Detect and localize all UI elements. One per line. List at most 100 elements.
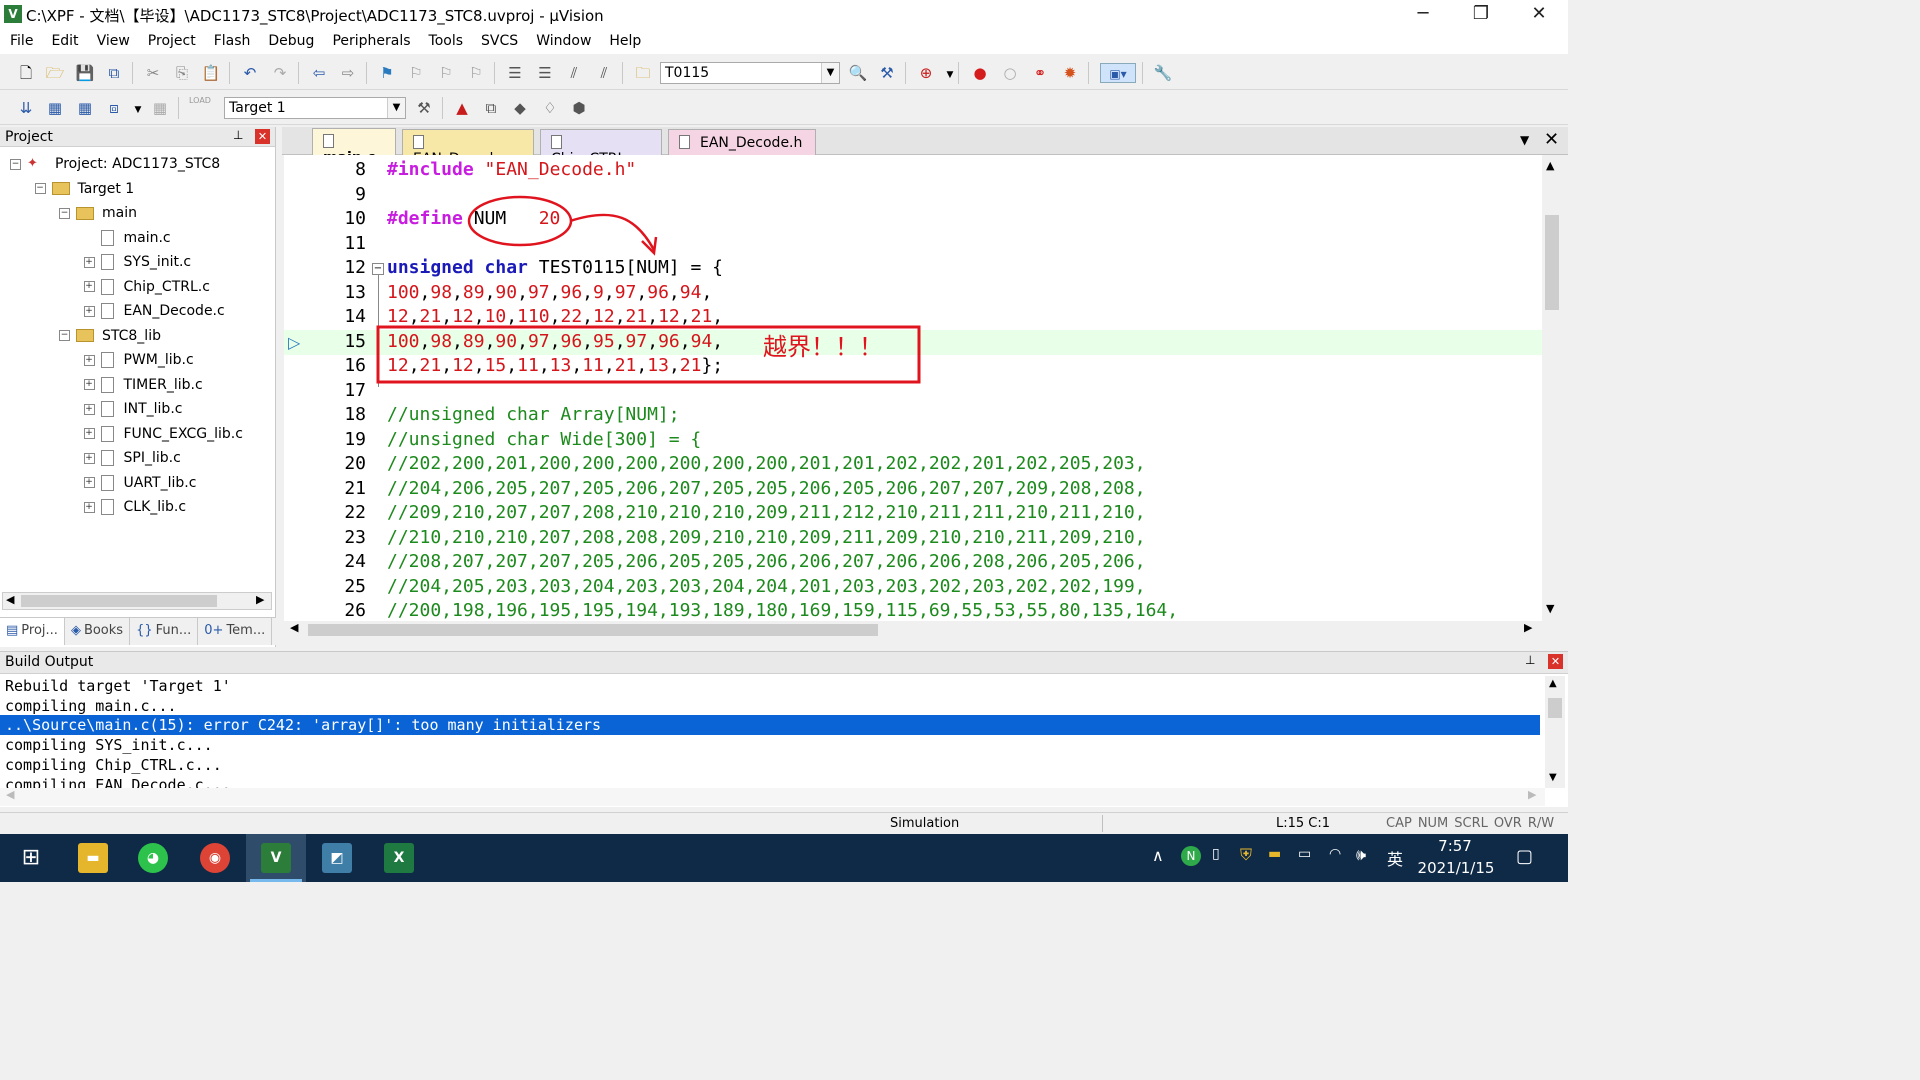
tree-item[interactable]: + UART_lib.c	[83, 471, 196, 495]
tree-item[interactable]: main.c	[84, 226, 171, 250]
expander-icon[interactable]: +	[83, 403, 95, 415]
tree-item[interactable]: − ✦ Project: ADC1173_STC8	[10, 152, 220, 176]
uvision-taskbar-icon[interactable]: V	[261, 843, 291, 873]
cut-icon[interactable]: ✂	[143, 63, 163, 83]
paste-icon[interactable]: 📋	[201, 63, 221, 83]
output-hscrollbar[interactable]: ◀ ▶	[0, 788, 1545, 806]
tray-folder-icon[interactable]: ▬	[1268, 846, 1281, 862]
chevron-down-icon[interactable]: ▼	[940, 65, 960, 85]
tab-list-chevron-icon[interactable]: ▼	[1520, 133, 1529, 147]
scroll-right-icon[interactable]: ▶	[1528, 788, 1536, 801]
scroll-up-icon[interactable]: ▲	[1549, 678, 1557, 689]
new-file-icon[interactable]: 🗋	[16, 63, 36, 83]
output-line[interactable]: Rebuild target 'Target 1'	[5, 676, 1545, 696]
battery-icon[interactable]: ▭	[1298, 846, 1311, 862]
expander-icon[interactable]: +	[83, 354, 95, 366]
prev-bookmark-icon[interactable]: ⚐	[406, 63, 426, 83]
debug-session-icon[interactable]: ⊕	[916, 63, 936, 83]
scroll-thumb[interactable]	[1548, 698, 1562, 718]
expander-icon[interactable]: +	[83, 428, 95, 439]
chevron-down-icon[interactable]: ▼	[128, 100, 148, 120]
output-vscrollbar[interactable]: ▲ ▼	[1545, 676, 1565, 788]
download-icon[interactable]: LOAD	[189, 96, 211, 116]
save-icon[interactable]: 💾	[75, 63, 95, 83]
menu-item-help[interactable]: Help	[599, 30, 649, 54]
code-editor[interactable]: ▷ − 8 #include "EAN_Decode.h" 9 10 #define N…	[284, 155, 1542, 621]
menu-item-svcs[interactable]: SVCS	[471, 30, 526, 54]
copy-icon[interactable]: ⎘	[172, 63, 192, 83]
tree-item[interactable]: + CLK_lib.c	[83, 495, 186, 519]
project-hscrollbar[interactable]: ◀ ▶	[2, 592, 272, 610]
scroll-left-icon[interactable]: ◀	[6, 593, 14, 606]
minimize-button[interactable]: ─	[1394, 0, 1452, 30]
expander-icon[interactable]: +	[83, 256, 95, 268]
find-in-files-icon[interactable]: 🗀	[633, 63, 653, 83]
scroll-right-icon[interactable]: ▶	[256, 593, 264, 606]
pin-icon[interactable]: ⊥	[233, 128, 243, 142]
menu-item-edit[interactable]: Edit	[41, 30, 86, 54]
next-bookmark-icon[interactable]: ⚐	[436, 63, 456, 83]
windows-start-icon[interactable]: ⊞	[16, 843, 46, 873]
select-software-packs-icon[interactable]: ◆	[510, 98, 530, 118]
tree-item[interactable]: + FUNC_EXCG_lib.c	[83, 422, 243, 446]
tab-chip_ctrl-c[interactable]: Chip_CTRL.c	[540, 129, 662, 167]
expander-icon[interactable]: −	[34, 183, 46, 194]
indent-icon[interactable]: ☰	[505, 63, 525, 83]
incremental-find-icon[interactable]: ⚒	[877, 63, 897, 83]
wifi-icon[interactable]: ◠	[1329, 846, 1341, 862]
target-select[interactable]: Target 1 ▼	[224, 97, 406, 119]
security-shield-icon[interactable]: ⛨	[1240, 845, 1252, 865]
expander-icon[interactable]: +	[83, 379, 95, 390]
menu-item-view[interactable]: View	[87, 30, 138, 54]
menu-item-project[interactable]: Project	[138, 30, 204, 54]
volume-icon[interactable]: 🕪	[1356, 845, 1366, 865]
ime-indicator[interactable]: 英	[1387, 846, 1403, 870]
menu-item-window[interactable]: Window	[526, 30, 599, 54]
save-all-icon[interactable]: ⧉	[104, 63, 124, 83]
menu-item-flash[interactable]: Flash	[204, 30, 259, 54]
menu-item-peripherals[interactable]: Peripherals	[322, 30, 418, 54]
expander-icon[interactable]: +	[83, 305, 95, 317]
tree-item[interactable]: + Chip_CTRL.c	[83, 275, 210, 299]
insert-breakpoint-icon[interactable]: ●	[970, 63, 990, 83]
clear-bookmarks-icon[interactable]: ⚐	[466, 63, 486, 83]
undo-icon[interactable]: ↶	[240, 63, 260, 83]
output-line[interactable]: compiling Chip_CTRL.c...	[5, 755, 1545, 775]
expander-icon[interactable]: +	[83, 501, 95, 513]
tree-item[interactable]: + SYS_init.c	[83, 250, 191, 274]
tree-item[interactable]: − Target 1	[34, 177, 134, 201]
stop-build-icon[interactable]: ▦	[150, 98, 170, 118]
build-icon[interactable]: ▦	[45, 98, 65, 118]
tray-expand-icon[interactable]: ∧	[1152, 846, 1164, 865]
usb-icon[interactable]: ▯	[1212, 846, 1220, 862]
tree-item[interactable]: + SPI_lib.c	[83, 446, 181, 470]
scroll-down-icon[interactable]: ▼	[1546, 602, 1554, 615]
enable-breakpoint-icon[interactable]: ○	[1000, 63, 1020, 83]
scroll-thumb[interactable]	[1545, 215, 1559, 310]
rebuild-icon[interactable]: ▦	[75, 98, 95, 118]
bookmark-icon[interactable]: ⚑	[377, 63, 397, 83]
menu-item-tools[interactable]: Tools	[419, 30, 472, 54]
clock-time[interactable]: 7:57	[1420, 837, 1490, 855]
close-tab-icon[interactable]: ✕	[1544, 129, 1559, 150]
redo-icon[interactable]: ↷	[270, 63, 290, 83]
expander-icon[interactable]: −	[10, 158, 21, 170]
uncomment-icon[interactable]: ⫽	[594, 63, 614, 83]
project-bottom-tab[interactable]: ◈ Books	[65, 618, 131, 645]
scroll-left-icon[interactable]: ◀	[6, 788, 14, 801]
find-icon[interactable]: 🔍	[848, 63, 868, 83]
batch-build-icon[interactable]: ⧈	[104, 98, 124, 118]
file-extensions-icon[interactable]: ⧉	[481, 98, 501, 118]
editor-vscrollbar[interactable]: ▲ ▼	[1542, 155, 1562, 621]
tree-item[interactable]: − STC8_lib	[59, 324, 161, 348]
tree-item[interactable]: + INT_lib.c	[83, 397, 182, 421]
expander-icon[interactable]: +	[83, 452, 95, 464]
disable-breakpoints-icon[interactable]: ⚭	[1030, 63, 1050, 83]
find-combo[interactable]: T0115 ▼	[660, 62, 840, 84]
expander-icon[interactable]: −	[59, 330, 70, 341]
editor-hscrollbar[interactable]: ◀ ▶	[284, 621, 1542, 639]
build-output-text[interactable]: Rebuild target 'Target 1' compiling main.…	[0, 676, 1545, 788]
configure-icon[interactable]: 🔧	[1153, 63, 1173, 83]
run-time-env-icon[interactable]: ⬢	[569, 98, 589, 118]
tray-app-icon[interactable]: N	[1181, 846, 1201, 866]
